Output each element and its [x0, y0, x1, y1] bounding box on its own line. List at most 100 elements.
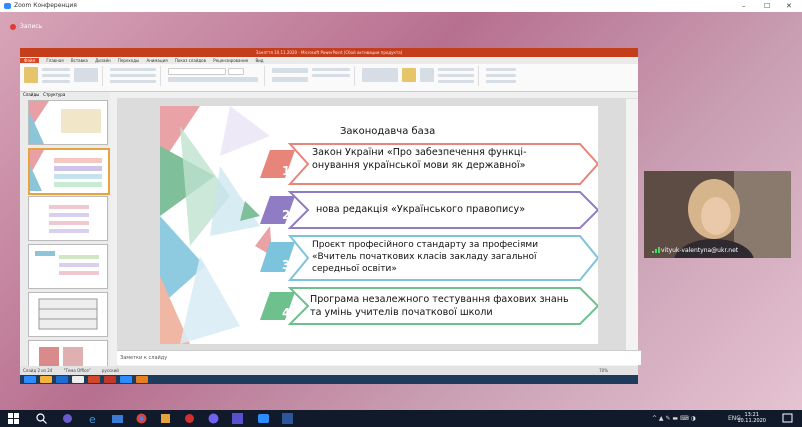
editing-group [482, 66, 542, 86]
quick-styles-button[interactable] [420, 68, 434, 82]
font-group [164, 66, 265, 86]
shapes-gallery[interactable] [362, 68, 398, 82]
item-4-number: 4 [282, 306, 291, 320]
tab-file[interactable]: Файл [20, 58, 40, 63]
slide-editing-area[interactable]: Законодавча база 1 Закон України «Про за… [117, 98, 626, 350]
start-icon[interactable] [24, 376, 36, 383]
tab-view[interactable]: Вид [255, 58, 263, 63]
slide-thumbnail-selected[interactable] [28, 148, 110, 195]
list-buttons[interactable] [272, 68, 308, 73]
media-player-icon[interactable] [232, 413, 243, 424]
paste-icon[interactable] [24, 67, 38, 83]
tab-design[interactable]: Дизайн [95, 58, 111, 63]
font-format-buttons[interactable] [168, 77, 258, 82]
record-indicator[interactable]: Запись [10, 23, 42, 31]
tab-insert[interactable]: Вставка [71, 58, 88, 63]
inner-taskbar [20, 375, 638, 384]
minimize-button[interactable]: – [742, 0, 746, 12]
tab-slideshow[interactable]: Показ слайдов [175, 58, 206, 63]
item-3-text[interactable]: Проєкт професійного стандарту за професі… [312, 239, 580, 275]
slide-thumbnail-art [49, 205, 89, 233]
zoom-taskbar-icon[interactable] [258, 413, 269, 424]
status-bar: Слайд 2 из 24 "Тема Office" русский 70% [20, 366, 638, 375]
slide-thumbnail[interactable] [28, 196, 108, 241]
chrome-icon[interactable] [72, 376, 84, 383]
slide-thumbnail-art [29, 101, 101, 144]
explorer-icon[interactable] [112, 413, 123, 424]
slide-counter: Слайд 2 из 24 [23, 368, 53, 373]
ribbon [20, 64, 638, 92]
tab-outline[interactable]: Структура [43, 92, 65, 97]
reset-button[interactable] [110, 74, 156, 77]
copy-button[interactable] [42, 74, 70, 77]
find-button[interactable] [486, 68, 516, 71]
zoom-level[interactable]: 70% [599, 366, 608, 375]
arrange-button[interactable] [402, 68, 416, 82]
language[interactable]: русский [102, 368, 119, 373]
participant-name: vityuk-valentyna@ukr.net [661, 247, 739, 254]
text-direction-button[interactable] [312, 68, 350, 71]
clipboard-group [22, 66, 103, 86]
zoom-title-bar: Zoom Конференция – ☐ ✕ [0, 0, 802, 12]
select-button[interactable] [486, 80, 516, 83]
theme-name: "Тема Office" [63, 368, 91, 373]
font-family-select[interactable] [168, 68, 226, 75]
viber-icon[interactable] [208, 413, 219, 424]
app-icon[interactable] [136, 376, 148, 383]
slide-thumbnails-panel: Слайды Структура [20, 92, 111, 375]
windows-start-icon[interactable] [8, 413, 19, 424]
zoom-app-icon[interactable] [120, 376, 132, 383]
section-button[interactable] [110, 80, 156, 83]
maximize-button[interactable]: ☐ [764, 0, 770, 12]
item-1-text[interactable]: Закон України «Про забезпечення функці-о… [312, 146, 568, 172]
search-icon[interactable] [36, 413, 47, 424]
shape-outline-button[interactable] [438, 74, 474, 77]
tray-icons[interactable]: ^ ▲ ✎ ▬ ⌨ ◑ [652, 415, 696, 422]
tab-home[interactable]: Главная [46, 58, 63, 63]
cortana-icon[interactable] [62, 413, 73, 424]
notes-pane[interactable]: Заметки к слайду [117, 350, 641, 365]
tab-review[interactable]: Рецензирование [213, 58, 248, 63]
new-slide-button[interactable] [74, 68, 98, 82]
cut-button[interactable] [42, 68, 70, 71]
store-icon[interactable] [160, 413, 171, 424]
format-painter-button[interactable] [42, 80, 70, 83]
slide-thumbnail-art [38, 298, 98, 330]
slide-thumbnail[interactable] [28, 292, 108, 337]
word-taskbar-icon[interactable] [282, 413, 293, 424]
word-icon[interactable] [56, 376, 68, 383]
opera-icon[interactable] [184, 413, 195, 424]
zoom-window-title: Zoom Конференция [14, 2, 77, 9]
item-2-text[interactable]: нова редакція «Українського правопису» [316, 203, 566, 216]
close-button[interactable]: ✕ [786, 0, 792, 12]
tab-animation[interactable]: Анимация [146, 58, 167, 63]
layout-button[interactable] [110, 68, 156, 71]
slide[interactable]: Законодавча база 1 Закон України «Про за… [160, 106, 598, 344]
signal-icon [652, 247, 660, 253]
clock-date: 10.11.2020 [737, 418, 766, 424]
item-2-number: 2 [282, 208, 291, 222]
powerpoint-icon[interactable] [88, 376, 100, 383]
windows-taskbar: e ^ ▲ ✎ ▬ ⌨ ◑ ENG 13:21 10.11.2020 [0, 410, 802, 427]
tab-transitions[interactable]: Переходы [118, 58, 139, 63]
slide-thumbnail[interactable] [28, 100, 108, 145]
slide-thumbnail[interactable] [28, 244, 108, 289]
item-4-text[interactable]: Програма незалежного тестування фахових … [310, 293, 572, 319]
thumbnail-tabs: Слайды Структура [20, 92, 110, 98]
item-3-number: 3 [282, 258, 291, 272]
notifications-icon[interactable] [782, 413, 793, 424]
align-buttons[interactable] [272, 77, 308, 82]
shape-effects-button[interactable] [438, 80, 474, 83]
tab-slides[interactable]: Слайды [23, 92, 39, 97]
clock[interactable]: 13:21 10.11.2020 [737, 412, 766, 424]
font-size-select[interactable] [228, 68, 244, 75]
replace-button[interactable] [486, 74, 516, 77]
explorer-icon[interactable] [40, 376, 52, 383]
align-text-button[interactable] [312, 74, 350, 77]
record-label: Запись [20, 23, 43, 30]
shape-fill-button[interactable] [438, 68, 474, 71]
participant-video[interactable]: vityuk-valentyna@ukr.net [644, 171, 791, 258]
app-icon[interactable] [104, 376, 116, 383]
edge-icon[interactable]: e [88, 413, 99, 424]
chrome-icon[interactable] [136, 413, 147, 424]
